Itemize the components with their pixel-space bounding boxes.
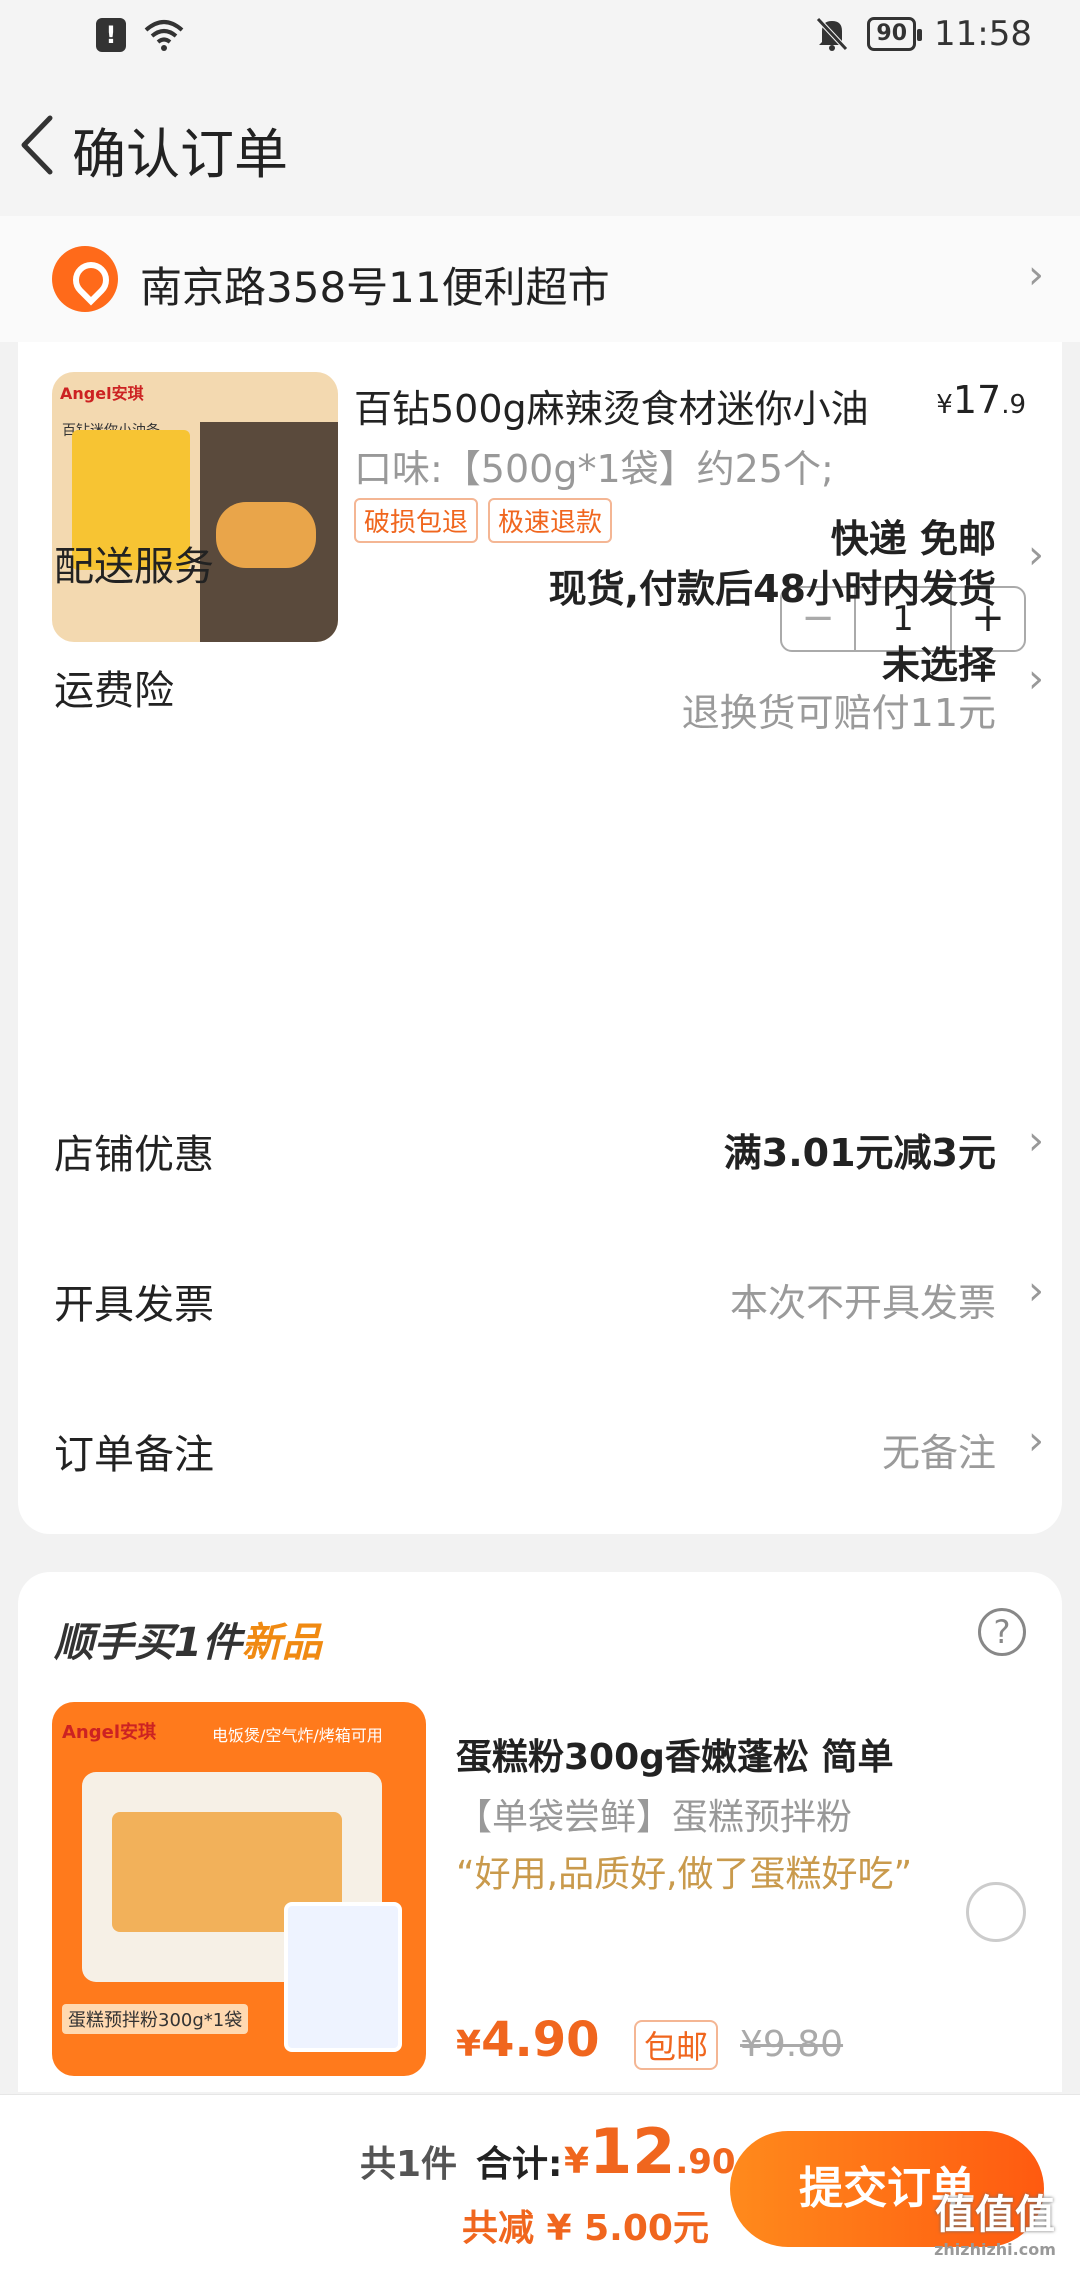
- recommend-original-price: ¥9.80: [740, 2024, 844, 2065]
- invoice-value: 本次不开具发票: [729, 1281, 996, 1325]
- chevron-right-icon: ›: [1028, 532, 1044, 578]
- order-card: Angel安琪 百钻迷你小油条 百钻500g麻辣烫食材迷你小油 ¥17.9 口味…: [18, 342, 1062, 1534]
- recommend-image-banner: 电饭煲/空气炸/烤箱可用: [212, 1726, 383, 1745]
- chevron-right-icon: ›: [1028, 656, 1044, 702]
- product-image-brand: Angel安琪: [60, 384, 144, 403]
- address-row[interactable]: 南京路358号11便利超市 ›: [0, 216, 1080, 342]
- total-dec: .90: [675, 2142, 736, 2182]
- watermark-small: zhizhizhi.com: [934, 2240, 1056, 2259]
- product-title[interactable]: 百钻500g麻辣烫食材迷你小油: [354, 378, 914, 433]
- recommend-select-radio[interactable]: [966, 1882, 1026, 1942]
- product-spec[interactable]: 口味:【500g*1袋】约25个;: [354, 438, 834, 493]
- recommend-product-quote: “好用,品质好,做了蛋糕好吃”: [456, 1854, 913, 1895]
- watermark: 值值值 zhizhizhi.com: [920, 2190, 1070, 2259]
- clock: 11:58: [934, 14, 1032, 54]
- product-tags: 破损包退 极速退款: [354, 498, 613, 543]
- recommend-product-title[interactable]: 蛋糕粉300g香嫩蓬松 简单: [456, 1728, 893, 1780]
- insurance-label: 运费险: [54, 668, 174, 714]
- product-price-dec: .9: [1001, 390, 1026, 420]
- address-text: 南京路358号11便利超市: [140, 263, 610, 312]
- recommend-price: ¥4.90: [456, 2012, 600, 2068]
- product-bread-graphic: [216, 502, 316, 568]
- wifi-icon: [144, 20, 184, 51]
- total-currency: ¥: [564, 2141, 590, 2182]
- chevron-right-icon: ›: [1028, 1418, 1044, 1464]
- bottom-bar: 共1件 合计: ¥12.90 共减 ¥ 5.00元 提交订单: [0, 2094, 1080, 2280]
- recommend-product-subtitle: 【单袋尝鲜】蛋糕预拌粉: [456, 1797, 853, 1838]
- chevron-right-icon: ›: [1028, 252, 1044, 298]
- recommend-price-currency: ¥: [456, 2024, 482, 2065]
- tag-damage-refund: 破损包退: [354, 498, 479, 543]
- total-label: 合计:: [476, 2144, 563, 2185]
- chevron-right-icon: ›: [1028, 1118, 1044, 1164]
- shop-discount-value: 满3.01元减3元: [723, 1131, 996, 1175]
- help-icon[interactable]: ?: [978, 1608, 1026, 1656]
- recommend-card: 顺手买1件新品 ? Angel安琪 电饭煲/空气炸/烤箱可用 蛋糕预拌粉300g…: [18, 1572, 1062, 2092]
- free-shipping-badge: 包邮: [634, 2020, 719, 2070]
- alert-icon: !: [96, 18, 126, 52]
- remark-value: 无备注: [881, 1431, 996, 1475]
- delivery-value-line2: 现货,付款后48小时内发货: [548, 567, 996, 611]
- recommend-image-caption: 蛋糕预拌粉300g*1袋: [62, 2004, 249, 2034]
- tag-fast-refund: 极速退款: [488, 498, 613, 543]
- remark-label: 订单备注: [54, 1432, 214, 1478]
- battery-icon: 90: [867, 17, 922, 51]
- product-price: ¥17.9: [936, 378, 1026, 422]
- saved-amount: 共减 ¥ 5.00元: [462, 2208, 709, 2249]
- insurance-value-line2: 退换货可赔付11元: [681, 691, 996, 735]
- delivery-value-line1: 快递 免邮: [830, 517, 996, 561]
- recommend-bag-graphic: [284, 1902, 402, 2052]
- recommend-title: 顺手买1件新品: [54, 1610, 322, 1668]
- delivery-label: 配送服务: [54, 544, 214, 590]
- mute-bell-icon: [816, 17, 849, 51]
- product-image[interactable]: Angel安琪 百钻迷你小油条: [52, 372, 338, 642]
- watermark-big: 值值值: [935, 2192, 1055, 2238]
- back-arrow-icon[interactable]: [14, 112, 64, 178]
- recommend-image-brand: Angel安琪: [62, 1722, 157, 1743]
- item-count: 共1件: [360, 2144, 458, 2185]
- nav-bar: 确认订单: [0, 72, 1080, 216]
- insurance-value-line1: 未选择: [881, 643, 996, 687]
- chevron-right-icon: ›: [1028, 1268, 1044, 1314]
- page-title: 确认订单: [72, 123, 288, 186]
- status-left: !: [96, 18, 184, 52]
- location-pin-icon: [52, 246, 118, 312]
- total-int: 12: [589, 2115, 676, 2188]
- recommend-title-new: 新品: [241, 1620, 322, 1666]
- status-right: 90 11:58: [815, 14, 1032, 54]
- recommend-price-value: 4.90: [481, 2012, 600, 2068]
- recommend-product-image[interactable]: Angel安琪 电饭煲/空气炸/烤箱可用 蛋糕预拌粉300g*1袋: [52, 1702, 426, 2076]
- recommend-title-prefix: 顺手买1件: [54, 1620, 242, 1666]
- shop-discount-label: 店铺优惠: [54, 1132, 214, 1178]
- product-price-currency: ¥: [936, 390, 953, 420]
- status-bar: ! 90 11:58: [0, 0, 1080, 72]
- invoice-label: 开具发票: [54, 1282, 214, 1328]
- total-amount: ¥12.90: [564, 2115, 736, 2188]
- product-price-int: 17: [952, 378, 1002, 422]
